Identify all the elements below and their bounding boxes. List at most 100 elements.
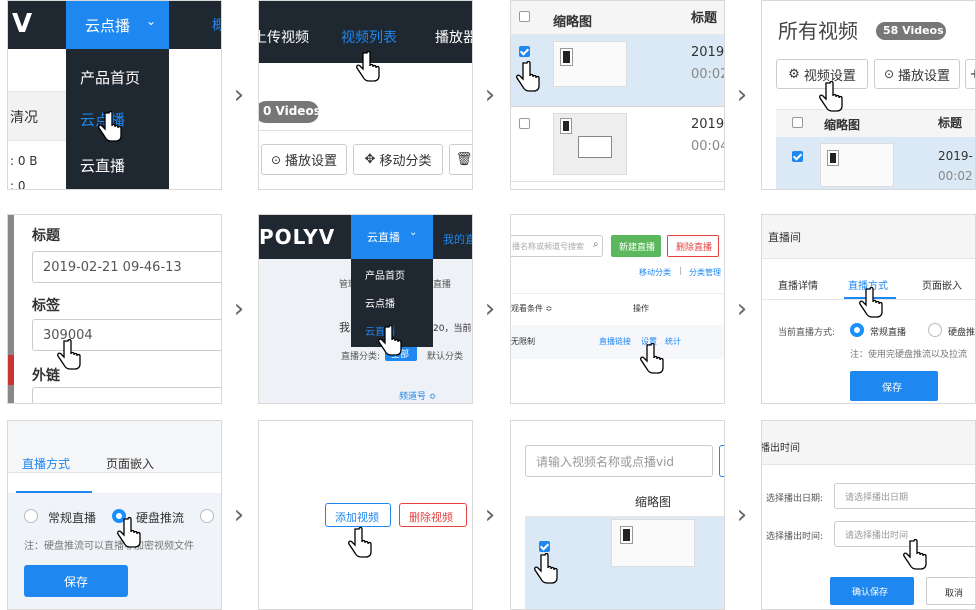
hand-cursor-icon: [819, 81, 843, 112]
delete-button[interactable]: 🗑: [449, 144, 472, 175]
search-button-edge[interactable]: [719, 445, 724, 477]
move-category-link[interactable]: 移动分类: [639, 267, 671, 278]
radio-regular-live[interactable]: [850, 323, 864, 337]
row-checkbox[interactable]: [519, 118, 530, 129]
row-checkbox[interactable]: [519, 46, 530, 57]
hand-cursor-icon: [534, 553, 558, 584]
search-input[interactable]: 请输入视频名称或点播vid: [525, 445, 713, 477]
date-input[interactable]: 请选择播出日期: [834, 483, 975, 509]
logo: POLYV: [259, 225, 336, 249]
count-badge: 0 Videos: [259, 101, 321, 123]
row-condition: 无限制: [511, 337, 535, 346]
tab-page-embed[interactable]: 页面嵌入: [106, 455, 154, 472]
title-input[interactable]: 2019-02-21 09-46-13: [32, 251, 221, 283]
hand-cursor-icon: [348, 527, 372, 558]
tab-page-embed[interactable]: 页面嵌入: [922, 277, 962, 292]
row-checkbox[interactable]: [792, 151, 803, 162]
save-button[interactable]: 保存: [24, 565, 128, 597]
bg-text: 直播分类:: [341, 352, 381, 362]
step3-panel: 缩略图 标题 2019- 00:02 2019- 00:04: [510, 0, 725, 190]
tab-live-details[interactable]: 直播详情: [778, 277, 818, 292]
row-date: 2019-: [938, 149, 973, 163]
radio-disk-label: 硬盘推流: [136, 511, 185, 525]
col-thumbnail: 缩略图: [635, 495, 672, 509]
mode-note: 注：硬盘推流可以直播非加密视频文件: [24, 541, 194, 552]
bg-text: 20，当前剩: [433, 324, 472, 334]
link-input[interactable]: [32, 387, 221, 403]
col-thumbnail: 缩略图: [553, 15, 593, 30]
menu-item-vod[interactable]: 云点播: [365, 295, 395, 310]
category-mgmt-link[interactable]: 分类管理: [689, 267, 721, 278]
side-strip-accent: [8, 355, 14, 385]
step12-panel: 播出时间 选择播出日期: 请选择播出日期 选择播出时间: 请选择播出时间 确认保…: [761, 420, 976, 610]
menu-item-home[interactable]: 产品首页: [80, 67, 140, 88]
new-live-button[interactable]: 新建直播: [611, 235, 661, 257]
chevron-right-icon: ›: [484, 294, 496, 324]
nav-edge-text: 概: [212, 15, 221, 35]
live-link[interactable]: 直播链接: [599, 336, 631, 347]
tab-upload[interactable]: 上传视频: [259, 27, 309, 47]
search-icon[interactable]: ⌕: [593, 239, 599, 250]
hand-cursor-icon: [516, 61, 540, 92]
tab-live-mode[interactable]: 直播方式: [22, 455, 70, 472]
side-value: : 0 B: [10, 154, 38, 168]
chevron-right-icon: ›: [233, 500, 245, 530]
chevron-right-icon: ›: [233, 80, 245, 110]
nav-cloud-vod[interactable]: 云点播 ⌄: [66, 1, 169, 49]
row-duration: 00:02: [938, 169, 973, 183]
step5-panel: 标题 2019-02-21 09-46-13 标签 309004 外链: [7, 214, 222, 404]
step2-panel: 上传视频 视频列表 播放器 0 Videos ⊙ 播放设置 ✥ 移动分类 🗑: [258, 0, 473, 190]
tab-player[interactable]: 播放器: [435, 27, 472, 47]
save-button[interactable]: 保存: [850, 371, 938, 401]
radio-regular-label: 常规直播: [48, 511, 97, 525]
menu-item-home[interactable]: 产品首页: [365, 267, 405, 282]
play-settings-button[interactable]: ⊙ 播放设置: [261, 144, 347, 175]
select-all-checkbox[interactable]: [519, 11, 530, 22]
time-label: 选择播出时间:: [766, 532, 824, 542]
row-duration: 00:04: [691, 139, 725, 154]
side-label: 清况: [10, 110, 38, 126]
chevron-right-icon: ›: [736, 80, 748, 110]
delete-live-button[interactable]: 删除直播: [667, 235, 719, 257]
radio-regular-live[interactable]: [24, 509, 38, 523]
video-thumbnail: [611, 519, 695, 567]
video-thumbnail: [553, 41, 627, 87]
radio-third-option[interactable]: [200, 509, 214, 523]
chevron-right-icon: ›: [484, 80, 496, 110]
hand-cursor-icon: [57, 339, 81, 370]
add-video-button[interactable]: 添加视频: [325, 503, 391, 527]
confirm-save-button[interactable]: 确认保存: [830, 577, 914, 605]
gear-icon: ⚙: [788, 66, 800, 82]
side-value-2: : 0: [10, 179, 26, 190]
step7-panel: 播名称或频道号搜索 ⌕ 新建直播 删除直播 移动分类 | 分类管理 观看条件 ≎…: [510, 214, 725, 404]
select-all-checkbox[interactable]: [792, 117, 803, 128]
search-input[interactable]: 播名称或频道号搜索: [511, 235, 603, 257]
step6-panel: POLYV 云直播 ⌄ 我的直 管理 直播 我的 20，当前剩 直播分类: 全部…: [258, 214, 473, 404]
nav-cloud-live[interactable]: 云直播 ⌄: [351, 215, 433, 259]
nav-mine[interactable]: 我的直: [443, 231, 472, 247]
chevron-right-icon: ›: [484, 500, 496, 530]
col-actions: 操作: [633, 304, 649, 313]
header-title: 直播间: [768, 231, 801, 244]
menu-item-live[interactable]: 云直播: [80, 155, 125, 176]
hand-cursor-icon: [356, 51, 380, 82]
move-category-button[interactable]: ✥ 移动分类: [353, 144, 443, 175]
radio-disk-push[interactable]: [928, 323, 942, 337]
logo-fragment: V: [12, 9, 33, 39]
cancel-button[interactable]: 取消: [926, 577, 975, 605]
step9-panel: 直播方式 页面嵌入 常规直播 硬盘推流 注：硬盘推流可以直播非加密视频文件 保存: [7, 420, 222, 610]
row-checkbox[interactable]: [539, 541, 550, 552]
play-settings-button[interactable]: ⊙ 播放设置: [874, 59, 960, 89]
mode-label: 当前直播方式:: [778, 328, 836, 338]
stats-link[interactable]: 统计: [665, 336, 681, 347]
mode-note: 注：使用完硬盘推流以及拉流: [850, 350, 968, 360]
page-title: 所有视频: [778, 19, 858, 43]
col-title: 标题: [938, 116, 963, 130]
more-button[interactable]: +: [965, 59, 975, 89]
delete-video-button[interactable]: 删除视频: [399, 503, 467, 527]
bg-text: 默认分类: [427, 352, 464, 362]
divider: [511, 181, 724, 182]
hand-cursor-icon: [378, 325, 402, 356]
channel-sort[interactable]: 频道号 ≎: [399, 389, 436, 402]
link-divider: |: [679, 266, 682, 275]
